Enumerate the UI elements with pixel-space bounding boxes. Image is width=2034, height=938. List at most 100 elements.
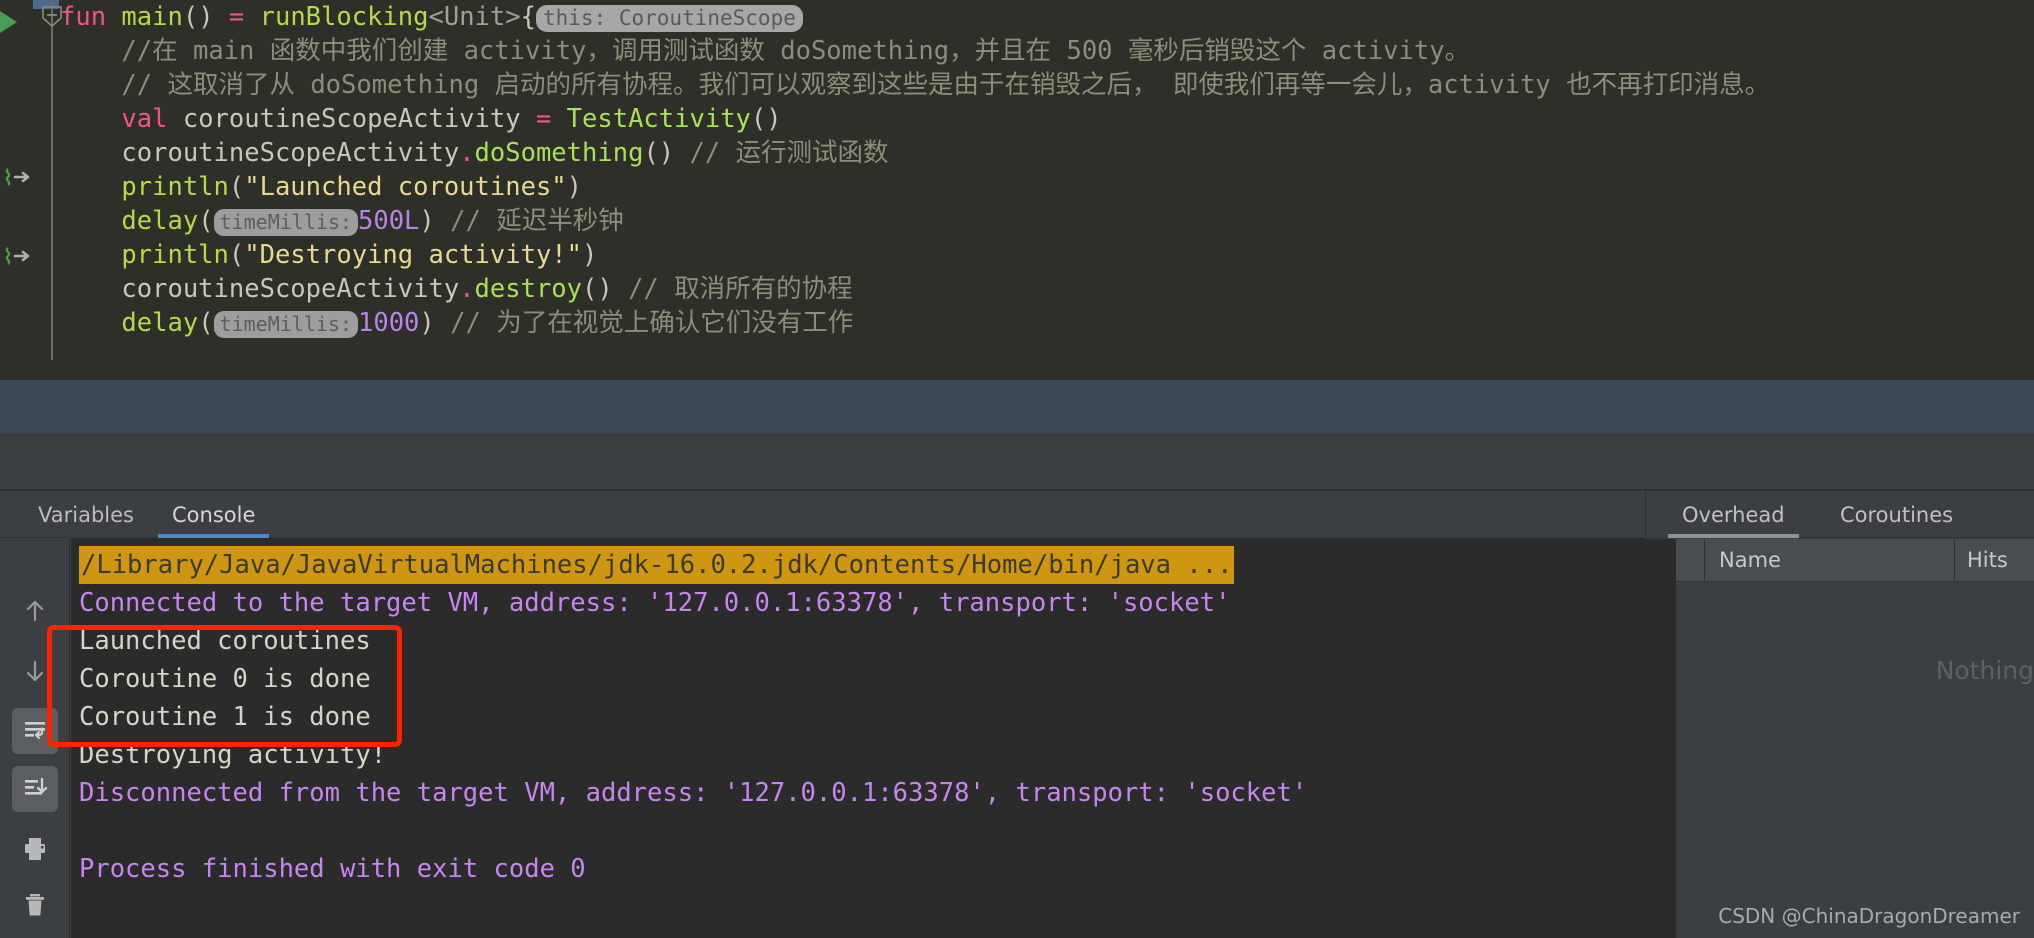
code-token: main: [121, 2, 183, 32]
code-fold-line: [51, 0, 53, 360]
code-token: ): [419, 206, 451, 236]
code-token: // 延迟半秒钟: [450, 206, 624, 236]
tab-coroutines[interactable]: Coroutines: [1826, 491, 1967, 538]
console-line: Coroutine 0 is done: [79, 660, 1645, 698]
console-line-text: Disconnected from the target VM, address…: [79, 778, 1308, 808]
header-spacer-cell: [1676, 538, 1705, 582]
code-token: 1000: [358, 308, 420, 338]
code-token: =: [535, 104, 567, 134]
code-token: (): [643, 138, 690, 168]
overhead-table-header: Name Hits: [1676, 538, 2034, 582]
console-output[interactable]: /Library/Java/JavaVirtualMachines/jdk-16…: [71, 538, 1645, 938]
code-token: println: [121, 172, 229, 202]
console-line: [79, 812, 1645, 850]
console-line: Process finished with exit code 0: [79, 850, 1645, 888]
line-println-launched[interactable]: println("Launched coroutines"): [60, 170, 2034, 204]
line-destroy[interactable]: coroutineScopeActivity.destroy() // 取消所有…: [60, 272, 2034, 306]
tab-overhead[interactable]: Overhead: [1668, 491, 1799, 538]
console-line: Connected to the target VM, address: '12…: [79, 584, 1645, 622]
ide-window: fun main() = runBlocking<Unit>{this: Cor…: [0, 0, 2034, 938]
code-token: 500L: [358, 206, 420, 236]
code-token: // 取消所有的协程: [628, 274, 853, 304]
code-token: (: [198, 206, 214, 236]
line-dosomething[interactable]: coroutineScopeActivity.doSomething() // …: [60, 136, 2034, 170]
active-tab-underline: [1668, 534, 1799, 538]
code-token: val: [121, 104, 183, 134]
soft-wrap-icon[interactable]: [12, 708, 58, 754]
code-text[interactable]: fun main() = runBlocking<Unit>{this: Cor…: [60, 0, 2034, 380]
column-header-name[interactable]: Name: [1705, 538, 1955, 582]
scroll-to-end-icon[interactable]: [12, 766, 58, 812]
overhead-tabbar: Overhead Coroutines: [1646, 491, 2034, 538]
code-token: coroutineScopeActivity: [121, 138, 460, 168]
code-token: coroutineScopeActivity: [121, 274, 460, 304]
console-line-text: Process finished with exit code 0: [79, 854, 586, 884]
line-delay-500[interactable]: delay(timeMillis: 500L) // 延迟半秒钟: [60, 204, 2034, 238]
tab-variables[interactable]: Variables: [24, 491, 148, 538]
line-comment-1[interactable]: //在 main 函数中我们创建 activity，调用测试函数 doSomet…: [60, 34, 2034, 68]
code-token: timeMillis:: [213, 311, 358, 338]
code-token: timeMillis:: [213, 209, 358, 236]
code-token: runBlocking: [259, 2, 429, 32]
code-token: delay: [121, 308, 199, 338]
code-token: "Launched coroutines": [244, 172, 567, 202]
console-line-text: Destroying activity!: [79, 740, 387, 770]
line-println-destroying[interactable]: println("Destroying activity!"): [60, 238, 2034, 272]
code-token: delay: [121, 206, 199, 236]
code-token: (: [228, 172, 245, 202]
code-token: println: [121, 240, 229, 270]
console-line-text: Coroutine 1 is done: [79, 702, 371, 732]
line-comment-2[interactable]: // 这取消了从 doSomething 启动的所有协程。我们可以观察到这些是由…: [60, 68, 2034, 102]
coroutine-suspend-call-icon[interactable]: [2, 245, 36, 267]
code-token: (: [228, 240, 245, 270]
console-line: Destroying activity!: [79, 736, 1645, 774]
debug-tool-window: Variables Console /Library/Java/JavaVirtu…: [0, 491, 2034, 938]
overhead-table-gutter: [1646, 539, 1676, 938]
code-token: .: [459, 138, 475, 168]
code-token: ): [419, 308, 451, 338]
column-header-hits[interactable]: Hits: [1955, 539, 2034, 582]
code-token: this: CoroutineScope: [536, 5, 803, 32]
console-line-text: Connected to the target VM, address: '12…: [79, 588, 1231, 618]
console-line-text: Coroutine 0 is done: [79, 664, 371, 694]
scroll-down-icon[interactable]: [12, 648, 58, 694]
tab-label: Console: [172, 502, 256, 527]
console-line: Coroutine 1 is done: [79, 698, 1645, 736]
editor-gutter[interactable]: [0, 0, 62, 380]
line-delay-1000[interactable]: delay(timeMillis: 1000) // 为了在视觉上确认它们没有工作: [60, 306, 2034, 340]
console-line: Disconnected from the target VM, address…: [79, 774, 1645, 812]
code-token: =: [228, 2, 260, 32]
code-token: (): [582, 274, 629, 304]
line-val-activity[interactable]: val coroutineScopeActivity = TestActivit…: [60, 102, 2034, 136]
console-line-text: Launched coroutines: [79, 626, 371, 656]
overhead-table-body: [1676, 582, 2034, 938]
tab-label: Variables: [38, 502, 134, 527]
clear-all-icon[interactable]: [12, 882, 58, 928]
code-token: (): [182, 2, 229, 32]
code-token: //在 main 函数中我们创建 activity，调用测试函数 doSomet…: [60, 36, 1471, 66]
scroll-up-icon[interactable]: [12, 588, 58, 634]
code-token: "Destroying activity!": [244, 240, 583, 270]
empty-state-label: Nothing: [1935, 656, 2034, 685]
code-editor[interactable]: fun main() = runBlocking<Unit>{this: Cor…: [0, 0, 2034, 380]
code-token: coroutineScopeActivity: [182, 104, 536, 134]
coroutine-suspend-call-icon[interactable]: [2, 166, 36, 188]
run-arrow-icon[interactable]: [0, 11, 17, 33]
line-fun-main[interactable]: fun main() = runBlocking<Unit>{this: Cor…: [60, 0, 2034, 34]
tab-console[interactable]: Console: [158, 491, 270, 538]
code-token: destroy: [474, 274, 583, 304]
code-token: ): [582, 240, 598, 270]
code-token: (: [198, 308, 214, 338]
code-token: TestActivity: [566, 104, 751, 134]
debug-tabbar: Variables Console: [0, 491, 1645, 538]
print-icon[interactable]: [12, 826, 58, 872]
overhead-panel: Overhead Coroutines Name Hits Nothing: [1645, 491, 2034, 938]
code-token: .: [459, 274, 475, 304]
panel-divider-band: [0, 433, 2034, 490]
code-token: {: [520, 2, 536, 32]
